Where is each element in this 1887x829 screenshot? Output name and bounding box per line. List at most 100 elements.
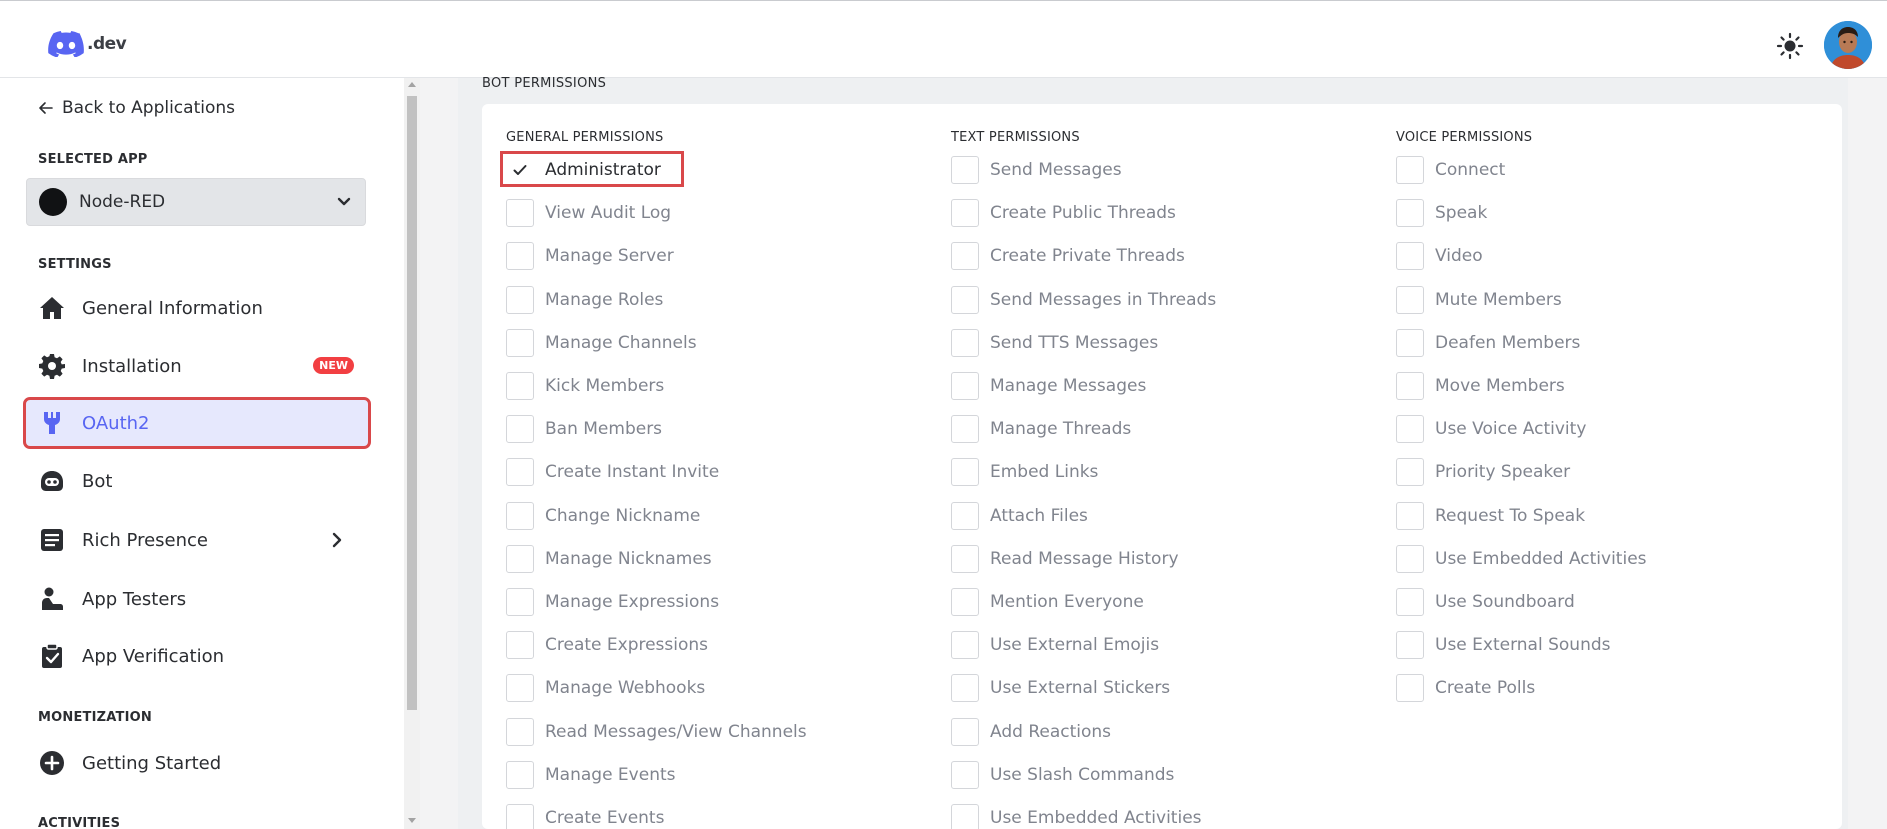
permission-checkbox-row[interactable]: Use Slash Commands	[951, 759, 1174, 791]
checkbox[interactable]	[506, 458, 534, 486]
permission-checkbox-row[interactable]: Use Voice Activity	[1396, 413, 1586, 445]
checkbox[interactable]	[951, 329, 979, 357]
permission-checkbox-row[interactable]: Manage Server	[506, 240, 674, 272]
permission-checkbox-row[interactable]: Move Members	[1396, 370, 1565, 402]
checkbox[interactable]	[951, 199, 979, 227]
checkbox[interactable]	[1396, 286, 1424, 314]
permission-checkbox-row[interactable]: Use Soundboard	[1396, 586, 1575, 618]
sun-icon[interactable]	[1776, 32, 1804, 60]
checkbox[interactable]	[506, 502, 534, 530]
checkbox[interactable]	[1396, 415, 1424, 443]
checkbox[interactable]	[1396, 502, 1424, 530]
permission-checkbox-row[interactable]: Create Public Threads	[951, 197, 1176, 229]
checkbox[interactable]	[506, 545, 534, 573]
checkbox[interactable]	[951, 588, 979, 616]
permission-checkbox-row[interactable]: Mute Members	[1396, 284, 1562, 316]
checkbox[interactable]	[506, 415, 534, 443]
permission-checkbox-row[interactable]: Use External Sounds	[1396, 629, 1611, 661]
checkbox[interactable]	[506, 804, 534, 829]
checkbox[interactable]	[951, 286, 979, 314]
permission-checkbox-row[interactable]: Create Expressions	[506, 629, 708, 661]
checkbox[interactable]	[951, 631, 979, 659]
checkbox[interactable]	[951, 415, 979, 443]
checkbox[interactable]	[951, 545, 979, 573]
permission-checkbox-row[interactable]: Change Nickname	[506, 500, 700, 532]
sidebar-item-general-information[interactable]: General Information	[26, 285, 368, 331]
checkbox[interactable]	[506, 242, 534, 270]
checkbox[interactable]	[951, 502, 979, 530]
permission-checkbox-row[interactable]: Create Private Threads	[951, 240, 1185, 272]
checkbox[interactable]	[951, 674, 979, 702]
checkbox[interactable]	[506, 199, 534, 227]
checkbox[interactable]	[951, 718, 979, 746]
app-selector[interactable]: Node-RED	[26, 178, 366, 226]
checkbox[interactable]	[506, 674, 534, 702]
permission-checkbox-row[interactable]: Manage Expressions	[506, 586, 719, 618]
checkbox[interactable]	[1396, 329, 1424, 357]
checkbox[interactable]	[951, 372, 979, 400]
permission-checkbox-row[interactable]: Embed Links	[951, 456, 1098, 488]
checkbox[interactable]	[1396, 631, 1424, 659]
permission-checkbox-row[interactable]: Send Messages in Threads	[951, 284, 1216, 316]
permission-checkbox-row[interactable]: Manage Roles	[506, 284, 663, 316]
permission-checkbox-row[interactable]: Priority Speaker	[1396, 456, 1570, 488]
permission-checkbox-row[interactable]: Attach Files	[951, 500, 1088, 532]
permission-checkbox-row[interactable]: Manage Messages	[951, 370, 1146, 402]
checkbox[interactable]	[1396, 458, 1424, 486]
permission-checkbox-row[interactable]: Add Reactions	[951, 716, 1111, 748]
permission-checkbox-row[interactable]: Read Messages/View Channels	[506, 716, 807, 748]
checkbox[interactable]	[506, 372, 534, 400]
sidebar-item-app-testers[interactable]: App Testers	[26, 576, 368, 622]
checkbox[interactable]	[1396, 545, 1424, 573]
back-to-applications-link[interactable]: Back to Applications	[38, 98, 235, 118]
permission-checkbox-row[interactable]: View Audit Log	[506, 197, 671, 229]
sidebar-item-app-verification[interactable]: App Verification	[26, 633, 368, 679]
checkbox[interactable]	[506, 631, 534, 659]
permission-checkbox-row[interactable]: Deafen Members	[1396, 327, 1580, 359]
checkbox[interactable]	[951, 804, 979, 829]
permission-checkbox-row[interactable]: Manage Nicknames	[506, 543, 712, 575]
permission-checkbox-row[interactable]: Video	[1396, 240, 1483, 272]
checkbox[interactable]	[951, 242, 979, 270]
checkbox[interactable]	[951, 761, 979, 789]
sidebar-item-oauth2[interactable]: OAuth2	[23, 397, 371, 449]
discord-dev-logo[interactable]: .dev	[48, 31, 127, 57]
permission-checkbox-row[interactable]: Create Polls	[1396, 672, 1535, 704]
sidebar-item-installation[interactable]: Installation NEW	[26, 343, 368, 389]
user-avatar[interactable]	[1824, 21, 1872, 69]
permission-checkbox-row[interactable]: Use External Stickers	[951, 672, 1170, 704]
sidebar-scrollbar[interactable]	[404, 78, 420, 829]
scroll-down-arrow[interactable]	[408, 818, 416, 823]
sidebar-item-bot[interactable]: Bot	[26, 458, 368, 504]
sidebar-item-rich-presence[interactable]: Rich Presence	[26, 517, 368, 563]
permission-checkbox-row[interactable]: Manage Webhooks	[506, 672, 705, 704]
permission-checkbox-row[interactable]: Read Message History	[951, 543, 1179, 575]
permission-checkbox-row[interactable]: Use Embedded Activities	[1396, 543, 1647, 575]
permission-checkbox-row[interactable]: Send Messages	[951, 154, 1122, 186]
checkbox[interactable]	[506, 286, 534, 314]
permission-checkbox-row[interactable]: Ban Members	[506, 413, 662, 445]
checkbox[interactable]	[506, 761, 534, 789]
permission-checkbox-row[interactable]: Create Events	[506, 802, 664, 829]
permission-checkbox-row[interactable]: Speak	[1396, 197, 1487, 229]
scroll-thumb[interactable]	[407, 96, 417, 710]
permission-checkbox-row[interactable]: Create Instant Invite	[506, 456, 719, 488]
checkbox[interactable]	[1396, 588, 1424, 616]
permission-checkbox-row[interactable]: Manage Threads	[951, 413, 1131, 445]
permission-checkbox-row[interactable]: Kick Members	[506, 370, 664, 402]
permission-checkbox-row[interactable]: Connect	[1396, 154, 1505, 186]
checkbox[interactable]	[1396, 674, 1424, 702]
checkbox[interactable]	[506, 588, 534, 616]
scroll-up-arrow[interactable]	[408, 82, 416, 87]
checkbox[interactable]	[1396, 242, 1424, 270]
permission-checkbox-row[interactable]: Send TTS Messages	[951, 327, 1158, 359]
checkbox[interactable]	[506, 156, 534, 184]
permission-checkbox-row[interactable]: Use Embedded Activities	[951, 802, 1202, 829]
checkbox[interactable]	[1396, 199, 1424, 227]
checkbox[interactable]	[951, 156, 979, 184]
permission-checkbox-row[interactable]: Mention Everyone	[951, 586, 1144, 618]
permission-checkbox-row[interactable]: Manage Channels	[506, 327, 697, 359]
checkbox[interactable]	[1396, 372, 1424, 400]
checkbox[interactable]	[506, 329, 534, 357]
sidebar-item-getting-started[interactable]: Getting Started	[26, 740, 368, 786]
